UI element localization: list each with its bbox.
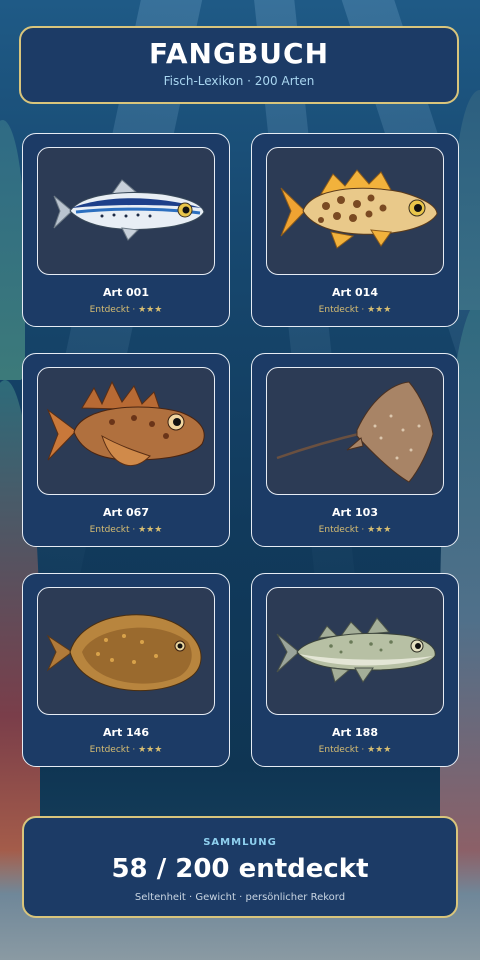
- fish-image-frame: [266, 367, 444, 495]
- fish-image-frame: [37, 147, 215, 275]
- fish-status: Entdeckt · ★★★: [318, 745, 392, 755]
- collection-label: SAMMLUNG: [203, 837, 277, 848]
- fish-name: Art 146: [103, 726, 149, 739]
- fish-name: Art 103: [332, 506, 378, 519]
- scorpionfish-icon: [46, 380, 205, 466]
- fish-card[interactable]: Art 103 Entdeckt · ★★★: [251, 353, 459, 547]
- page-subtitle: Fisch-Lexikon · 200 Arten: [163, 74, 315, 88]
- fish-image-frame: [37, 587, 215, 715]
- flounder-icon: [46, 614, 202, 692]
- fish-card[interactable]: Art 067 Entdeckt · ★★★: [22, 353, 230, 547]
- fish-status: Entdeckt · ★★★: [318, 525, 392, 535]
- fish-name: Art 067: [103, 506, 149, 519]
- sardine-icon: [53, 179, 205, 241]
- fish-name: Art 001: [103, 286, 149, 299]
- fish-image-frame: [37, 367, 215, 495]
- fish-status: Entdeckt · ★★★: [318, 305, 392, 315]
- fish-status: Entdeckt · ★★★: [89, 525, 163, 535]
- collection-count: 58 / 200 entdeckt: [111, 854, 369, 884]
- cod-icon: [276, 617, 436, 683]
- stingray-icon: [276, 381, 434, 483]
- fish-image-frame: [266, 587, 444, 715]
- fish-status: Entdeckt · ★★★: [89, 745, 163, 755]
- fish-name: Art 188: [332, 726, 378, 739]
- fish-card[interactable]: Art 014 Entdeckt · ★★★: [251, 133, 459, 327]
- fish-status: Entdeckt · ★★★: [89, 305, 163, 315]
- collection-detail: Seltenheit · Gewicht · persönlicher Reko…: [134, 892, 346, 903]
- fangbuch-header: FANGBUCH Fisch-Lexikon · 200 Arten: [19, 26, 459, 104]
- spotted-perch-icon: [280, 169, 438, 249]
- page-title: FANGBUCH: [148, 37, 330, 70]
- fish-card[interactable]: Art 001 Entdeckt · ★★★: [22, 133, 230, 327]
- fish-card[interactable]: Art 188 Entdeckt · ★★★: [251, 573, 459, 767]
- collection-summary: SAMMLUNG 58 / 200 entdeckt Seltenheit · …: [22, 816, 458, 918]
- fish-card[interactable]: Art 146 Entdeckt · ★★★: [22, 573, 230, 767]
- fish-name: Art 014: [332, 286, 378, 299]
- fish-image-frame: [266, 147, 444, 275]
